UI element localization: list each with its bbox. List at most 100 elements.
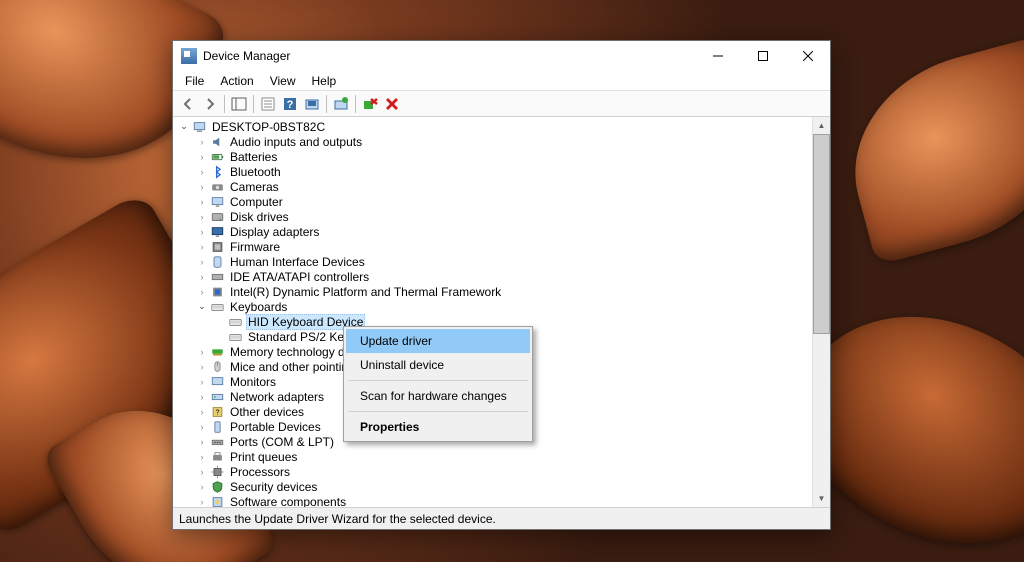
expander-icon[interactable]: › [195,255,209,269]
disk-icon [209,210,225,224]
display-icon [209,225,225,239]
expander-icon [213,330,227,344]
menu-help[interactable]: Help [304,72,345,90]
expander-icon[interactable]: › [195,195,209,209]
tree-item-label: IDE ATA/ATAPI controllers [228,270,371,284]
maximize-button[interactable] [740,42,785,71]
tree-item-label: Bluetooth [228,165,283,179]
keyboard-icon [227,315,243,329]
show-hide-tree-button[interactable] [228,93,250,115]
tree-category[interactable]: › Security devices [177,479,812,494]
scan-hardware-button[interactable] [301,93,323,115]
camera-icon [209,180,225,194]
tree-category[interactable]: › IDE ATA/ATAPI controllers [177,269,812,284]
context-menu-separator [348,411,528,412]
back-button[interactable] [177,93,199,115]
tree-item-label: Ports (COM & LPT) [228,435,336,449]
minimize-button[interactable] [695,42,740,71]
svg-text:?: ? [287,99,294,111]
svg-text:?: ? [215,409,219,416]
expander-icon[interactable]: › [195,345,209,359]
expander-icon[interactable]: › [195,270,209,284]
expander-icon[interactable]: › [195,240,209,254]
properties-button[interactable] [257,93,279,115]
expander-icon[interactable]: › [195,420,209,434]
menu-action[interactable]: Action [212,72,261,90]
tree-item-label: Firmware [228,240,282,254]
tree-category[interactable]: › Firmware [177,239,812,254]
status-text: Launches the Update Driver Wizard for th… [179,512,496,526]
expander-icon[interactable]: › [195,375,209,389]
expander-icon[interactable]: › [195,135,209,149]
tree-category[interactable]: ›Print queues [177,449,812,464]
close-button[interactable] [785,42,830,71]
tree-item-label: Batteries [228,150,279,164]
tree-category[interactable]: ›Computer [177,194,812,209]
expander-icon[interactable]: › [195,390,209,404]
tree-item-label: Cameras [228,180,281,194]
intel-icon [209,285,225,299]
help-button[interactable]: ? [279,93,301,115]
tree-item-label: Processors [228,465,292,479]
statusbar: Launches the Update Driver Wizard for th… [173,507,830,529]
toolbar: ? [173,91,830,117]
tree-category[interactable]: ›Human Interface Devices [177,254,812,269]
context-menu-item[interactable]: Uninstall device [346,353,530,377]
tree-category[interactable]: ›Disk drives [177,209,812,224]
device-tree[interactable]: ⌄ DESKTOP-0BST82C›Audio inputs and output… [173,117,813,507]
firmware-icon [209,240,225,254]
disable-device-button[interactable] [381,93,403,115]
tree-item-label: Security devices [228,480,319,494]
window-title: Device Manager [203,49,695,63]
expander-icon[interactable]: › [195,150,209,164]
expander-icon[interactable]: ⌄ [195,300,209,314]
expander-icon[interactable]: › [195,210,209,224]
security-icon [209,480,225,494]
menu-view[interactable]: View [262,72,304,90]
titlebar[interactable]: Device Manager [173,41,830,71]
expander-icon[interactable]: › [195,225,209,239]
tree-root[interactable]: ⌄ DESKTOP-0BST82C [177,119,812,134]
ide-icon [209,270,225,284]
expander-icon[interactable]: › [195,450,209,464]
tree-category[interactable]: › Display adapters [177,224,812,239]
scroll-up-icon[interactable]: ▲ [813,117,830,134]
device-manager-window: Device Manager File Action View Help ? ⌄… [172,40,831,530]
tree-category[interactable]: › Batteries [177,149,812,164]
tree-item-label: DESKTOP-0BST82C [210,120,327,134]
expander-icon[interactable]: › [195,165,209,179]
tree-category[interactable]: ›Software components [177,494,812,507]
other-icon: ? [209,405,225,419]
tree-item-label: Keyboards [228,300,289,314]
expander-icon[interactable]: › [195,435,209,449]
tree-category[interactable]: ⌄ Keyboards [177,299,812,314]
tree-category[interactable]: › Bluetooth [177,164,812,179]
expander-icon[interactable]: › [195,360,209,374]
scrollbar-thumb[interactable] [813,134,830,334]
vertical-scrollbar[interactable]: ▲ ▼ [813,117,830,507]
tree-item-label: Intel(R) Dynamic Platform and Thermal Fr… [228,285,503,299]
context-menu-item[interactable]: Update driver [346,329,530,353]
tree-category[interactable]: › Cameras [177,179,812,194]
update-driver-button[interactable] [330,93,352,115]
tree-category[interactable]: › Processors [177,464,812,479]
network-icon [209,390,225,404]
expander-icon[interactable]: › [195,465,209,479]
uninstall-device-button[interactable] [359,93,381,115]
tree-category[interactable]: › Intel(R) Dynamic Platform and Thermal F… [177,284,812,299]
expander-icon[interactable]: › [195,495,209,508]
expander-icon[interactable]: › [195,480,209,494]
context-menu-item[interactable]: Scan for hardware changes [346,384,530,408]
forward-button[interactable] [199,93,221,115]
hid-icon [209,255,225,269]
menu-file[interactable]: File [177,72,212,90]
tree-item-label: Display adapters [228,225,321,239]
scroll-down-icon[interactable]: ▼ [813,490,830,507]
tree-category[interactable]: ›Audio inputs and outputs [177,134,812,149]
app-icon [181,48,197,64]
expander-icon[interactable]: › [195,405,209,419]
expander-icon[interactable]: › [195,285,209,299]
context-menu-item[interactable]: Properties [346,415,530,439]
expander-icon[interactable]: › [195,180,209,194]
expander-icon[interactable]: ⌄ [177,120,191,134]
